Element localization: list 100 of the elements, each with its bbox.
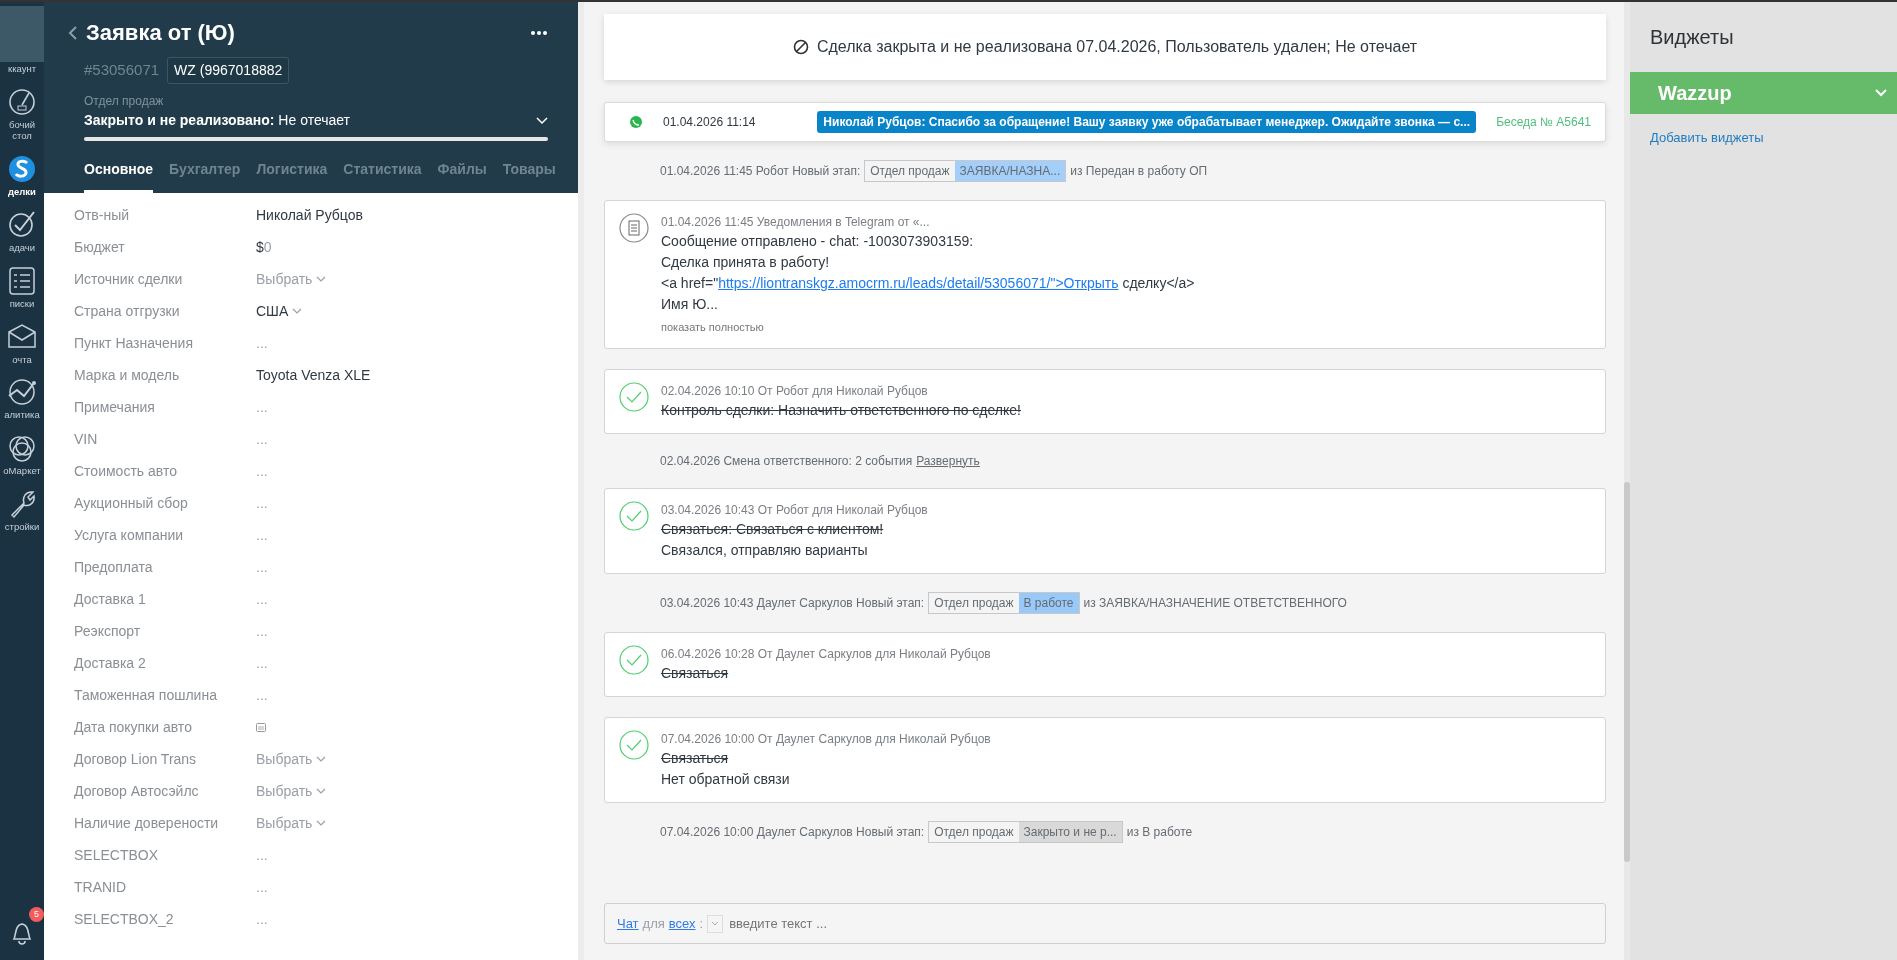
pipeline-name: Отдел продаж — [84, 93, 165, 110]
nav-item[interactable]: оМаркет — [0, 431, 44, 478]
task-title: Связаться — [661, 748, 730, 768]
field-value[interactable]: ... — [256, 876, 268, 898]
notifications-button[interactable]: 5 — [0, 907, 44, 950]
field-value[interactable]: ... — [256, 332, 268, 354]
field-value[interactable]: ... — [256, 908, 268, 930]
field-select[interactable]: Выбрать — [256, 780, 327, 802]
tab[interactable]: Файлы — [437, 149, 487, 193]
task-meta: 02.04.2026 10:10 От Робот для Николай Рубцов — [661, 382, 929, 400]
task-title: Контроль сделки: Назначить ответственного по сделке! — [661, 400, 1021, 420]
scrollbar-thumb[interactable] — [1624, 482, 1630, 862]
field-label: Таможенная пошлина — [74, 685, 218, 705]
note-line: Имя Ю... — [661, 295, 719, 314]
chevron-down-icon — [292, 308, 303, 314]
status-text[interactable]: Закрыто и не реализовано: Не отечает — [84, 110, 351, 131]
note-link[interactable]: https://liontranskgz.amocrm.ru/leads/detail/53056071/">Открыть — [718, 275, 1119, 291]
deal-closed-text: Сделка закрыта и не реализована 07.04.2026, Пользователь удален; Не отечает — [816, 37, 1418, 57]
task-title: Связаться — [661, 663, 730, 683]
chat-message: Николай Рубцов: Спасибо за обращение! Вашу заявку уже обрабатывает менеджер. Ожидайте звонка — с... — [817, 111, 1477, 133]
field-select[interactable]: США — [256, 300, 303, 322]
field-value[interactable]: ... — [256, 396, 268, 418]
field-label: Бюджет — [74, 237, 126, 257]
field-label: SELECTBOX — [74, 845, 160, 865]
field-label: Примечания — [74, 397, 156, 417]
field-value[interactable]: Николай Рубцов — [256, 204, 363, 226]
field-value[interactable]: ... — [256, 588, 268, 610]
tab[interactable]: Товары — [502, 149, 556, 193]
nav-item[interactable]: делки — [0, 151, 44, 198]
nav-item[interactable]: алитика — [0, 375, 44, 422]
field-value[interactable]: ... — [256, 652, 268, 674]
tab[interactable]: Основное — [84, 149, 154, 193]
stage-from-text: из ЗАЯВКА/НАЗНАЧЕНИЕ ОТВЕТСТВЕННОГО — [1083, 594, 1347, 612]
lead-tag[interactable]: WZ (9967018882 — [167, 57, 290, 84]
tab[interactable]: Статистика — [343, 149, 422, 193]
field-select[interactable]: Выбрать — [256, 812, 327, 834]
field-label: Источник сделки — [74, 269, 184, 289]
chat-target-link[interactable]: всех — [668, 913, 696, 934]
field-value[interactable]: ... — [256, 428, 268, 450]
field-value[interactable]: ... — [256, 556, 268, 578]
field-label: Страна отгрузки — [74, 301, 181, 321]
field-label: VIN — [74, 429, 99, 449]
expand-link[interactable]: Развернуть — [916, 451, 980, 470]
nav-item[interactable]: очта — [0, 319, 44, 366]
chat-separator: : — [699, 914, 704, 933]
stage-change-text: 01.04.2026 11:45 Робот Новый этап: — [660, 163, 861, 180]
field-value[interactable]: Toyota Venza XLE — [256, 364, 371, 386]
widget-header[interactable]: Wazzup — [1630, 72, 1897, 114]
back-chevron-icon — [68, 24, 78, 41]
field-value[interactable]: ... — [256, 620, 268, 642]
field-label: Доставка 1 — [74, 589, 147, 609]
pinned-chat-row[interactable]: 01.04.2026 11:14 Николай Рубцов: Спасибо за обращение! Вашу заявку уже обрабатывает менеджер. Ожидайте звонка — с... Беседа № A5641 — [604, 102, 1606, 142]
field-value[interactable]: ... — [256, 844, 268, 866]
chat-input-field[interactable]: Чат для всех : введите текст ... — [604, 903, 1606, 944]
field-label: Марка и модель — [74, 365, 181, 385]
field-label: Отв-ный — [74, 205, 130, 225]
prohibited-icon — [792, 39, 809, 55]
more-icon — [531, 31, 547, 36]
lead-id: #53056071 — [84, 60, 160, 81]
field-label: Стоимость авто — [74, 461, 178, 481]
field-label: Реэкспорт — [74, 621, 142, 641]
field-value[interactable]: $0 — [256, 236, 272, 258]
field-select[interactable]: Выбрать — [256, 748, 327, 770]
chat-channel-link[interactable]: Чат — [617, 913, 639, 934]
show-more-link[interactable]: показать полностью — [661, 319, 1195, 336]
chevron-down-icon — [316, 788, 327, 794]
chat-bubble-icon — [629, 115, 643, 129]
nav-item[interactable]: писки — [0, 263, 44, 310]
tab[interactable]: Логистика — [256, 149, 328, 193]
field-value[interactable]: ... — [256, 684, 268, 706]
field-value[interactable]: ... — [256, 524, 268, 546]
lead-title: Заявка от (Ю) — [86, 19, 235, 47]
calendar-icon — [256, 722, 266, 732]
field-label: Дата покупки авто — [74, 717, 193, 737]
recipient-dropdown[interactable] — [707, 914, 724, 933]
notification-badge: 5 — [29, 907, 44, 922]
field-value[interactable]: ... — [256, 460, 268, 482]
tab[interactable]: Бухгалтер — [169, 149, 241, 193]
nav-item[interactable]: адачи — [0, 207, 44, 254]
note-meta: 01.04.2026 11:45 Уведомления в Telegram от «... — [661, 214, 931, 231]
chevron-down-icon — [316, 756, 327, 762]
stage-change-text: 03.04.2026 10:43 Даулет Саркулов Новый этап: — [660, 594, 925, 612]
field-select[interactable]: Выбрать — [256, 268, 327, 290]
field-label: Договор Автосэйлс — [74, 781, 200, 801]
task-title: Связаться: Связаться с клиентом! — [661, 519, 885, 539]
add-widgets-link[interactable]: Добавить виджеты — [1630, 128, 1764, 148]
conversation-link[interactable]: Беседа № A5641 — [1496, 113, 1591, 131]
chevron-down-icon — [536, 116, 548, 125]
stage-from-text: из Передан в работу ОП — [1070, 163, 1208, 180]
field-label: TRANID — [74, 877, 128, 897]
nav-item[interactable]: бочий стол — [0, 84, 44, 142]
chevron-down-icon — [316, 820, 327, 826]
nav-item[interactable]: ккаунт — [0, 6, 44, 75]
field-value[interactable]: ... — [256, 492, 268, 514]
task-result: Нет обратной связи — [661, 769, 791, 789]
field-label: Наличие довeрености — [74, 813, 220, 833]
nav-item[interactable]: стройки — [0, 487, 44, 534]
note-line: <a href="https://liontranskgz.amocrm.ru/leads/detail/53056071/">Открыть сделку</a> — [661, 274, 1195, 293]
field-label: Доставка 2 — [74, 653, 147, 673]
chevron-down-icon — [1875, 89, 1887, 97]
